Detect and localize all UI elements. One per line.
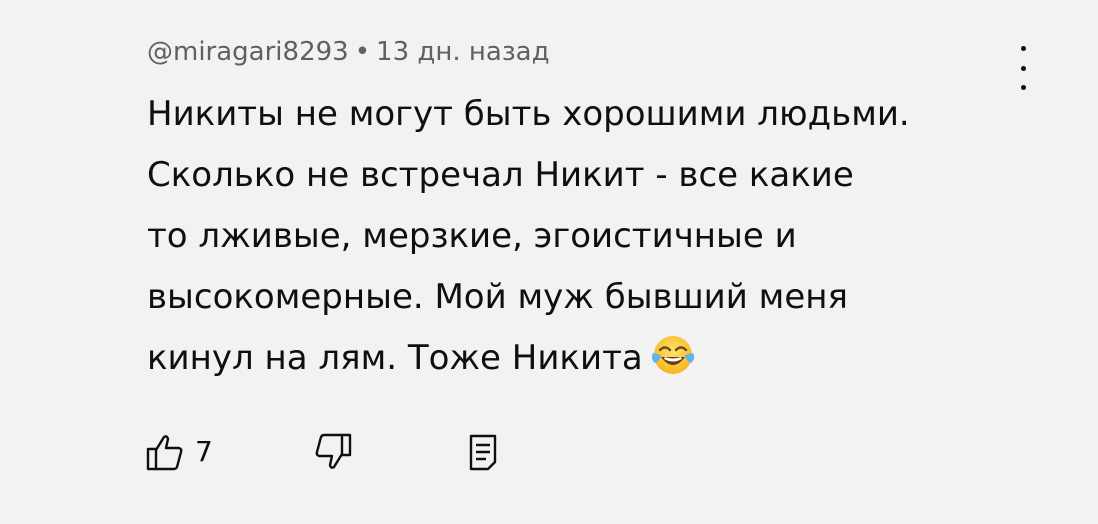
comment-text: Никиты не могут быть хорошими людьми. Ск… (147, 94, 910, 378)
comment-body: Никиты не могут быть хорошими людьми. Ск… (147, 84, 1007, 397)
comment-actions: 7 (145, 432, 525, 472)
thumbs-up-icon (146, 435, 183, 471)
tears-of-joy-emoji (649, 333, 697, 397)
kebab-dot (1020, 46, 1026, 51)
meta-separator: • (354, 37, 371, 67)
like-count: 7 (195, 435, 213, 468)
thumbs-down-icon (315, 433, 352, 469)
comment-author[interactable]: @miragari8293 (147, 37, 349, 67)
reply-button[interactable] (465, 432, 501, 472)
reply-comment-icon (469, 434, 497, 471)
more-vertical-icon[interactable] (1011, 46, 1035, 90)
dislike-button[interactable] (313, 432, 353, 472)
kebab-dot (1020, 65, 1026, 71)
comment-meta: @miragari8293 • 13 дн. назад (147, 34, 1017, 70)
kebab-dot (1020, 85, 1026, 90)
comment-time[interactable]: 13 дн. назад (376, 37, 550, 67)
like-button[interactable]: 7 (145, 432, 213, 472)
comment: @miragari8293 • 13 дн. назад Никиты не мог… (147, 34, 1017, 397)
